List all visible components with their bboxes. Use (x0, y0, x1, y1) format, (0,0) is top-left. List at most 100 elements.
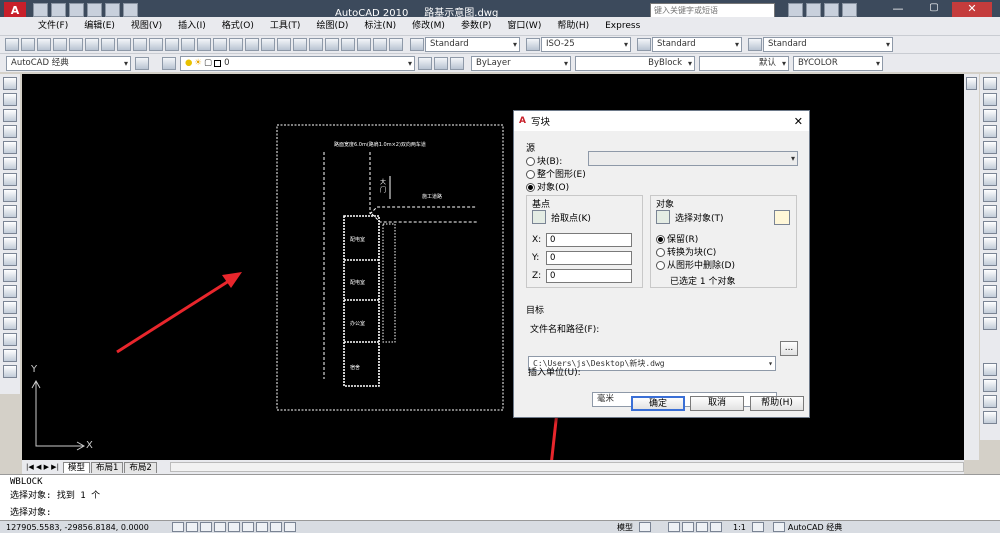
ortho-toggle-icon[interactable] (200, 522, 212, 532)
layer-previous-icon[interactable] (434, 56, 448, 70)
mirror-icon[interactable] (983, 109, 997, 122)
region-icon[interactable] (3, 333, 17, 346)
lineweight-select[interactable]: 默认 (699, 55, 789, 71)
spline-icon[interactable] (3, 205, 17, 218)
horizontal-scrollbar[interactable] (169, 462, 964, 472)
menu-help[interactable]: 帮助(H) (549, 17, 597, 35)
layer-select[interactable]: ● ☀ ▢ 0 (180, 55, 415, 71)
block-editor-icon[interactable] (181, 38, 195, 51)
arc-icon[interactable] (3, 157, 17, 170)
multileader-style-icon[interactable] (748, 38, 762, 51)
pan-icon[interactable] (229, 38, 243, 51)
menu-window[interactable]: 窗口(W) (499, 17, 549, 35)
select-objects-button[interactable]: 选择对象(T) (656, 210, 724, 224)
move-icon[interactable] (983, 157, 997, 170)
design-center-icon[interactable] (309, 38, 323, 51)
bring-front-icon[interactable] (983, 363, 997, 376)
chamfer-icon[interactable] (983, 285, 997, 298)
preview-icon[interactable] (69, 38, 83, 51)
minimize-button[interactable]: — (880, 2, 916, 18)
paste-icon[interactable] (149, 38, 163, 51)
annotation-scale[interactable]: 1:1 (733, 523, 746, 532)
fillet-icon[interactable] (983, 301, 997, 314)
coordinate-readout[interactable]: 127905.5583, -29856.8184, 0.0000 (6, 523, 171, 532)
menu-modify[interactable]: 修改(M) (404, 17, 453, 35)
join-icon[interactable] (983, 269, 997, 282)
dim-style-select[interactable]: ISO-25 (541, 37, 631, 52)
tab-layout1[interactable]: 布局1 (90, 461, 124, 473)
open-icon[interactable] (21, 38, 35, 51)
new-icon[interactable] (33, 3, 48, 17)
zoom-realtime-icon[interactable] (245, 38, 259, 51)
annotation-visibility-icon[interactable] (751, 522, 764, 532)
color-select[interactable]: ByLayer (471, 55, 571, 71)
tools-icon[interactable] (806, 3, 821, 17)
menu-tools[interactable]: 工具(T) (262, 17, 309, 35)
gradient-icon[interactable] (3, 317, 17, 330)
delete-from-drawing-radio[interactable]: 从图形中删除(D) (656, 258, 735, 271)
send-under-icon[interactable] (983, 411, 997, 424)
polygon-icon[interactable] (3, 125, 17, 138)
print-icon[interactable] (123, 3, 138, 17)
save-icon[interactable] (37, 38, 51, 51)
ducs-toggle-icon[interactable] (256, 522, 268, 532)
tab-nav-icons[interactable]: |◀ ◀ ▶ ▶| (26, 463, 59, 471)
menu-dimension[interactable]: 标注(N) (356, 17, 404, 35)
scale-icon[interactable] (983, 189, 997, 202)
retain-radio[interactable]: 保留(R) (656, 232, 698, 245)
cancel-button[interactable]: 取消 (690, 396, 744, 411)
menu-format[interactable]: 格式(O) (214, 17, 262, 35)
linetype-select[interactable]: ByBlock (575, 55, 695, 71)
convert-to-block-radio[interactable]: 转换为块(C) (656, 245, 716, 258)
plotstyle-select[interactable]: BYCOLOR (793, 55, 883, 71)
table-icon[interactable] (3, 349, 17, 362)
match-properties-icon[interactable] (165, 38, 179, 51)
erase-icon[interactable] (983, 77, 997, 90)
grid-toggle-icon[interactable] (186, 522, 198, 532)
offset-icon[interactable] (983, 125, 997, 138)
z-field[interactable]: 0 (546, 269, 632, 283)
snap-toggle-icon[interactable] (172, 522, 184, 532)
menu-parametric[interactable]: 参数(P) (453, 17, 499, 35)
status-workspace[interactable]: AutoCAD 经典 (788, 522, 842, 533)
revision-cloud-icon[interactable] (3, 189, 17, 202)
tab-model[interactable]: 模型 (62, 461, 90, 473)
zoom-previous-icon[interactable] (277, 38, 291, 51)
insert-block-icon[interactable] (3, 253, 17, 266)
source-block-radio[interactable]: 块(B): (526, 154, 562, 167)
make-current-icon[interactable] (418, 56, 432, 70)
otrack-toggle-icon[interactable] (242, 522, 254, 532)
line-icon[interactable] (3, 77, 17, 90)
dim-style-icon[interactable] (526, 38, 540, 51)
showmotion-icon[interactable] (710, 522, 722, 532)
3dprint-icon[interactable] (101, 38, 115, 51)
ellipse-arc-icon[interactable] (3, 237, 17, 250)
properties-icon[interactable] (293, 38, 307, 51)
pan-status-icon[interactable] (668, 522, 680, 532)
help-icon[interactable] (389, 38, 403, 51)
plot-icon[interactable] (53, 38, 67, 51)
extend-icon[interactable] (983, 237, 997, 250)
workspace-switch-icon[interactable] (772, 522, 785, 532)
tab-layout2[interactable]: 布局2 (124, 461, 157, 473)
osnap-toggle-icon[interactable] (228, 522, 240, 532)
menu-insert[interactable]: 插入(I) (170, 17, 214, 35)
help-button[interactable]: 帮助(H) (750, 396, 804, 411)
help-icon[interactable] (842, 3, 857, 17)
redo-icon[interactable] (105, 3, 120, 17)
command-prompt[interactable]: 选择对象: (10, 505, 51, 518)
multileader-style-select[interactable]: Standard (763, 37, 893, 52)
block-name-select[interactable] (588, 151, 798, 166)
maximize-button[interactable]: ▢ (916, 2, 952, 18)
polyline-icon[interactable] (3, 109, 17, 122)
sheet-set-icon[interactable] (341, 38, 355, 51)
close-button[interactable]: ✕ (952, 2, 992, 18)
cut-icon[interactable] (117, 38, 131, 51)
redo-icon[interactable] (213, 38, 227, 51)
qnew-icon[interactable] (5, 38, 19, 51)
make-block-icon[interactable] (3, 269, 17, 282)
layer-properties-icon[interactable] (162, 56, 176, 70)
ellipse-icon[interactable] (3, 221, 17, 234)
rotate-icon[interactable] (983, 173, 997, 186)
save-icon[interactable] (69, 3, 84, 17)
